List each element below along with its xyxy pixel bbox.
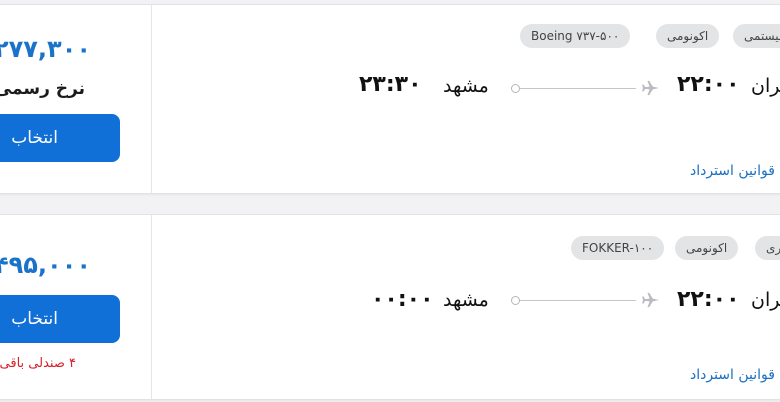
price-column: ۴۹۵,۰۰۰ انتخاب ۴ صندلی باقی [0, 215, 152, 399]
tag-economy: اکونومی [656, 24, 720, 48]
destination-city: مشهد [443, 289, 489, 311]
arrive-time: ۰۰:۰۰ [371, 287, 434, 312]
depart-time: ۲۲:۰۰ [677, 287, 740, 312]
select-flight-button[interactable]: انتخاب [0, 295, 120, 343]
tag-economy: اکونومی [675, 236, 739, 260]
select-flight-button[interactable]: انتخاب [0, 114, 120, 162]
airplane-icon [642, 292, 659, 308]
rate-label: نرخ رسمی [0, 79, 85, 99]
tag-aircraft: Boeing ۷۳۷-۵۰۰ [520, 24, 631, 48]
price-column: ۲۷۷,۳۰۰ نرخ رسمی انتخاب [0, 5, 152, 193]
route-line [520, 300, 636, 301]
destination-city: مشهد [443, 75, 489, 97]
route-end-dot [511, 296, 520, 305]
tag-system: سیستمی [733, 24, 780, 48]
tag-charter: چارتری [755, 236, 780, 260]
origin-city: تهران [751, 289, 780, 311]
arrive-time: ۲۳:۳۰ [359, 72, 422, 97]
price-amount: ۴۹۵,۰۰۰ [0, 251, 91, 279]
refund-rules-link[interactable]: قوانین استرداد [690, 367, 775, 383]
origin-city: تهران [751, 75, 780, 97]
airplane-icon [642, 80, 659, 96]
depart-time: ۲۲:۰۰ [677, 72, 740, 97]
flight-card-1: ۲۷۷,۳۰۰ نرخ رسمی انتخاب سیستمی اکونومی B… [0, 4, 780, 194]
route-line [520, 88, 636, 89]
tag-aircraft: FOKKER-۱۰۰ [571, 236, 665, 260]
route-end-dot [511, 84, 520, 93]
seats-left-label: ۴ صندلی باقی [0, 356, 76, 371]
price-amount: ۲۷۷,۳۰۰ [0, 35, 91, 63]
refund-rules-link[interactable]: قوانین استرداد [690, 163, 775, 179]
flight-card-2: ۴۹۵,۰۰۰ انتخاب ۴ صندلی باقی چارتری اکونو… [0, 214, 780, 400]
